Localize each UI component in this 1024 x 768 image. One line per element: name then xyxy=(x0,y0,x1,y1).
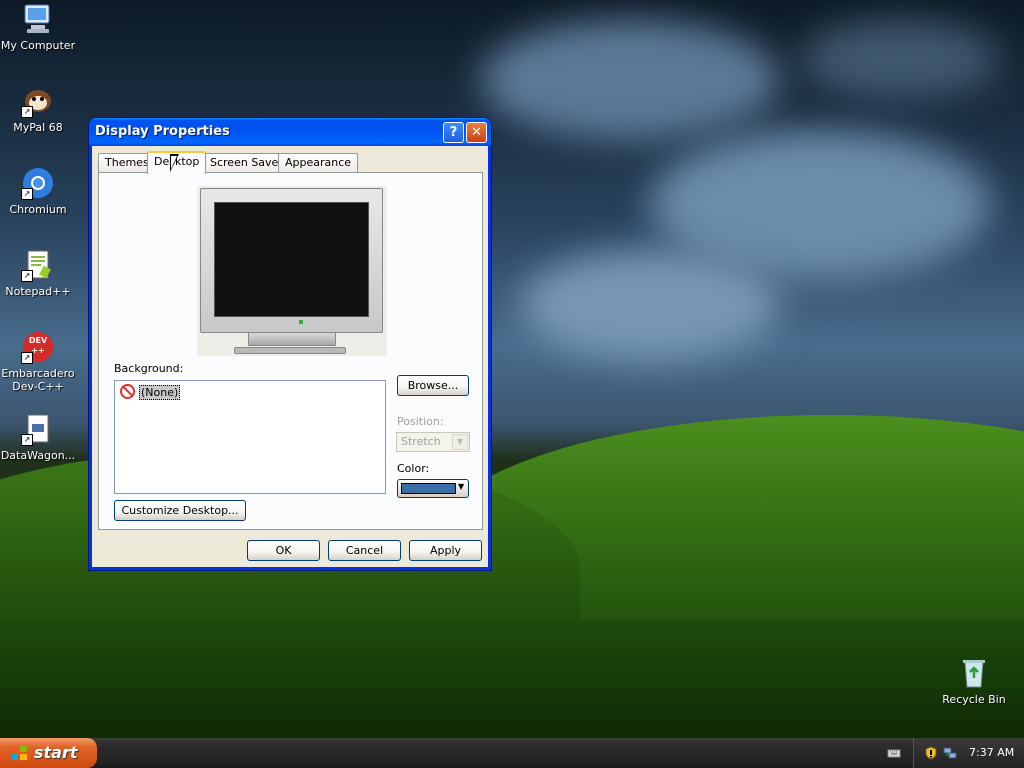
cancel-button[interactable]: Cancel xyxy=(328,540,401,561)
monitor-stand xyxy=(248,332,336,346)
chevron-down-icon: ▼ xyxy=(458,482,465,491)
datawagon-icon: ↗ xyxy=(21,412,55,446)
tab-appearance[interactable]: Appearance xyxy=(278,153,359,172)
mypal-icon: ↗ xyxy=(21,84,55,118)
shortcut-arrow-icon: ↗ xyxy=(21,434,33,446)
notepad-plus-plus-icon: ↗ xyxy=(21,248,55,282)
desktop-tab-panel: Background: (None) Browse... Position: S… xyxy=(98,172,483,530)
chromium-icon: ↗ xyxy=(21,166,55,200)
chevron-down-icon: ▼ xyxy=(452,434,468,450)
my-computer-icon xyxy=(21,2,55,36)
list-item-label: (None) xyxy=(139,385,181,400)
position-select[interactable]: Stretch ▼ xyxy=(396,432,470,452)
power-led-icon xyxy=(299,320,303,324)
taskbar: start 7:37 AM xyxy=(0,738,1024,768)
desktop-icon-recycle-bin[interactable]: Recycle Bin xyxy=(934,656,1014,706)
customize-desktop-button[interactable]: Customize Desktop... xyxy=(114,500,246,521)
color-picker-button[interactable]: ▼ xyxy=(397,479,469,498)
close-button[interactable]: ✕ xyxy=(466,122,487,143)
position-value: Stretch xyxy=(401,435,441,448)
desktop-icon-mypal[interactable]: ↗ MyPal 68 xyxy=(0,84,78,134)
list-item[interactable]: (None) xyxy=(120,384,181,400)
monitor-screen xyxy=(214,202,369,317)
browse-button[interactable]: Browse... xyxy=(397,375,469,396)
color-label: Color: xyxy=(397,462,430,475)
desktop-icon-label: Chromium xyxy=(9,203,67,216)
start-button[interactable]: start xyxy=(0,738,97,768)
system-tray: 7:37 AM xyxy=(913,738,1024,768)
shortcut-arrow-icon: ↗ xyxy=(21,188,33,200)
background-label: Background: xyxy=(114,362,184,375)
desktop-icon-chromium[interactable]: ↗ Chromium xyxy=(0,166,78,216)
desktop-icon-dev-cpp[interactable]: DEV ++ ↗ Embarcadero Dev-C++ xyxy=(0,330,78,393)
recycle-bin-icon xyxy=(957,656,991,690)
monitor-bezel xyxy=(200,188,383,333)
color-swatch xyxy=(401,483,456,494)
shortcut-arrow-icon: ↗ xyxy=(21,270,33,282)
background-list[interactable]: (None) xyxy=(114,380,386,494)
clock: 7:37 AM xyxy=(969,746,1015,759)
security-shield-icon[interactable] xyxy=(924,746,938,760)
window-title: Display Properties xyxy=(95,124,230,139)
tab-screen-saver[interactable]: Screen Saver xyxy=(203,153,290,172)
apply-button[interactable]: Apply xyxy=(409,540,482,561)
dev-cpp-icon: DEV ++ ↗ xyxy=(21,330,55,364)
start-label: start xyxy=(34,743,78,762)
monitor-base xyxy=(234,347,346,354)
windows-logo-icon xyxy=(11,746,27,760)
desktop-icon-datawagon[interactable]: ↗ DataWagon... xyxy=(0,412,78,462)
monitor-preview xyxy=(197,186,387,356)
wallpaper-foreground xyxy=(0,620,1024,740)
wallpaper-cloud xyxy=(520,250,780,360)
network-icon[interactable] xyxy=(943,746,957,760)
window-body: Themes Desktop Screen Saver Appearance B… xyxy=(92,146,488,567)
none-prohibited-icon xyxy=(120,384,135,399)
mouse-cursor-icon xyxy=(170,154,179,172)
desktop-icon-label: My Computer xyxy=(0,39,76,52)
title-bar[interactable]: Display Properties ? ✕ xyxy=(89,118,491,146)
desktop-icon-label: Embarcadero Dev-C++ xyxy=(1,367,75,393)
wallpaper-cloud xyxy=(480,20,780,140)
shortcut-arrow-icon: ↗ xyxy=(21,106,33,118)
desktop-icon-label: MyPal 68 xyxy=(13,121,63,134)
desktop-icon-my-computer[interactable]: My Computer xyxy=(0,2,78,52)
desktop-icon-label: Recycle Bin xyxy=(942,693,1006,706)
help-button[interactable]: ? xyxy=(443,122,464,143)
desktop-icon-label: DataWagon... xyxy=(0,449,76,462)
desktop-icon-label: Notepad++ xyxy=(5,285,71,298)
wallpaper-cloud xyxy=(800,20,1000,100)
keyboard-icon[interactable] xyxy=(887,746,901,760)
shortcut-arrow-icon: ↗ xyxy=(21,352,33,364)
ok-button[interactable]: OK xyxy=(247,540,320,561)
desktop-icon-notepad-plus-plus[interactable]: ↗ Notepad++ xyxy=(0,248,78,298)
display-properties-window: Display Properties ? ✕ Themes Desktop Sc… xyxy=(89,118,491,570)
position-label: Position: xyxy=(397,415,444,428)
